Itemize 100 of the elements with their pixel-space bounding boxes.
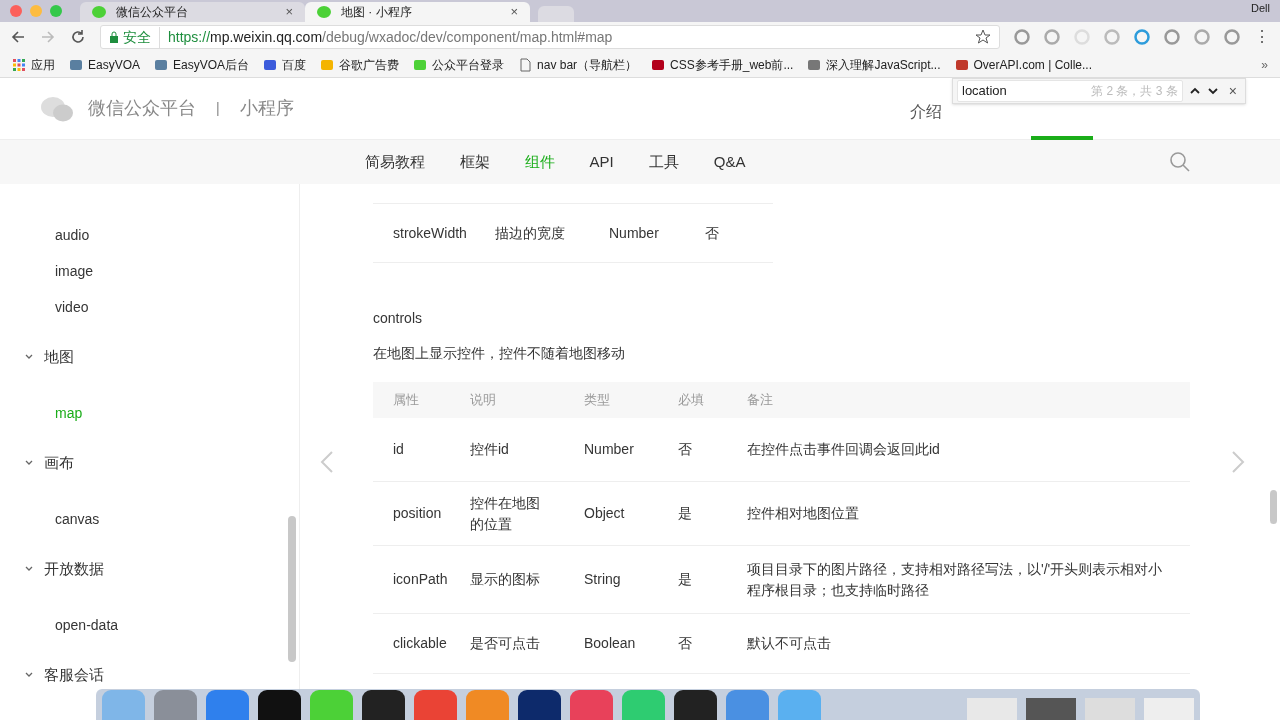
- reload-icon: [70, 29, 86, 45]
- product-title: 小程序: [239, 97, 294, 120]
- subnav-link[interactable]: 工具: [648, 150, 679, 174]
- lock-icon: [109, 31, 119, 43]
- table-cell-text: Number: [609, 223, 660, 243]
- column-header: 备注: [747, 391, 774, 410]
- table-cell-text: 是否可点击: [470, 634, 541, 653]
- table-cell: Number: [584, 441, 634, 457]
- table-cell-text: 否: [705, 223, 720, 243]
- window-control-icon[interactable]: [30, 5, 42, 17]
- table-cell: 否: [678, 441, 692, 457]
- chevron-down-icon: [1206, 85, 1219, 97]
- bookmark-icon: [320, 57, 335, 72]
- chat-bubbles-icon: [40, 94, 74, 123]
- column-header: 类型: [584, 391, 611, 410]
- table-cell-text: 显示的图标: [470, 570, 541, 589]
- table-cell: Object: [584, 505, 625, 521]
- back-icon: [10, 29, 26, 45]
- bookmark[interactable]: EasyVOA后台: [154, 55, 250, 74]
- bookmark-icon: [263, 57, 278, 72]
- address-bar[interactable]: 安全 https://mp.weixin.qq.com/debug/wxadoc/dev/component/map.html#map: [100, 25, 1000, 49]
- section-title: controls: [373, 309, 424, 328]
- scrollbar-thumb[interactable]: [288, 516, 296, 662]
- bookmark[interactable]: 应用: [12, 55, 55, 74]
- app-icon[interactable]: [258, 690, 301, 720]
- window-control-icon[interactable]: [50, 5, 62, 17]
- app-icon[interactable]: [674, 690, 717, 720]
- sidebar-item[interactable]: video: [0, 289, 299, 325]
- chat-bubbles-icon: [92, 5, 108, 19]
- bookmark[interactable]: 深入理解JavaScript...: [807, 55, 941, 74]
- window-control-icon[interactable]: [10, 5, 22, 17]
- sidebar-group[interactable]: 画布: [0, 445, 299, 481]
- sidebar-group[interactable]: 地图: [0, 339, 299, 375]
- extension-icon: [1134, 29, 1150, 45]
- extension-icon: [1044, 29, 1060, 45]
- bookmark[interactable]: 谷歌广告费: [320, 55, 400, 74]
- extension-icon: [1104, 29, 1120, 45]
- table-cell-text: 控件id: [470, 440, 510, 459]
- browser-tab[interactable]: 微信公众平台 ×: [80, 2, 305, 22]
- bookmark-icon: [154, 57, 169, 72]
- scrollbar-thumb[interactable]: [1270, 490, 1277, 524]
- bookmark[interactable]: nav bar（导航栏）: [518, 55, 638, 74]
- brand-title: 微信公众平台: [88, 97, 196, 120]
- bookmark-icon: [954, 57, 969, 72]
- browser-tab[interactable]: 地图 · 小程序 ×: [305, 2, 530, 22]
- subnav-link[interactable]: 框架: [459, 150, 490, 174]
- bookmark[interactable]: OverAPI.com | Colle...: [954, 55, 1092, 74]
- table-cell: position: [393, 505, 442, 521]
- close-icon[interactable]: ×: [1224, 80, 1241, 102]
- sidebar-group[interactable]: 开放数据: [0, 551, 299, 587]
- table-cell: 是: [678, 571, 692, 587]
- find-field[interactable]: location 第 2 条，共 3 条: [957, 80, 1183, 102]
- bookmark-icon: [413, 57, 428, 72]
- more-menu-icon[interactable]: ⋮: [1254, 29, 1270, 45]
- bookmark[interactable]: 百度: [263, 55, 307, 74]
- apps-grid-icon: [12, 57, 26, 72]
- app-icon[interactable]: [518, 690, 561, 720]
- bookmark[interactable]: EasyVOA: [69, 55, 141, 74]
- sidebar-item[interactable]: audio: [0, 217, 299, 253]
- sidebar-group[interactable]: 客服会话: [0, 657, 299, 693]
- table-cell-text: 描边的宽度: [495, 223, 566, 243]
- new-tab-button[interactable]: [538, 6, 574, 22]
- section-description: 在地图上显示控件，控件不随着地图移动: [373, 344, 626, 363]
- more-bookmarks-button[interactable]: »: [1261, 55, 1268, 74]
- sidebar-item[interactable]: canvas: [0, 501, 299, 537]
- star-icon: [975, 29, 991, 45]
- search-icon: [1169, 151, 1191, 173]
- subnav-link[interactable]: API: [589, 150, 614, 174]
- table-cell: clickable: [393, 635, 447, 651]
- table-cell-text: 控件在地图的位置: [470, 493, 541, 534]
- chat-bubbles-icon: [317, 5, 333, 19]
- table-cell: 在控件点击事件回调会返回此id: [747, 441, 940, 457]
- extension-icon: [1164, 29, 1180, 45]
- close-icon[interactable]: ×: [510, 2, 518, 22]
- table-cell: Boolean: [584, 635, 636, 651]
- table-cell: 是: [678, 505, 692, 521]
- chevron-right-icon: [1231, 450, 1245, 474]
- subnav-link[interactable]: Q&A: [713, 150, 746, 174]
- window-thumbnail[interactable]: [1085, 698, 1135, 720]
- url-text: https://mp.weixin.qq.com/debug/wxadoc/dev/component/map.html#map: [159, 26, 613, 48]
- app-icon[interactable]: [362, 690, 405, 720]
- extension-icon: [1224, 29, 1240, 45]
- forward-icon: [40, 29, 56, 45]
- column-header: 必填: [678, 391, 705, 410]
- window-thumbnail[interactable]: [1144, 698, 1194, 720]
- close-icon[interactable]: ×: [285, 2, 293, 22]
- match-count: 第 2 条，共 3 条: [1091, 83, 1178, 100]
- sidebar-item[interactable]: open-data: [0, 607, 299, 643]
- table-cell: 项目目录下的图片路径，支持相对路径写法，以'/'开头则表示相对小程序根目录；也支持临时路径: [747, 560, 1163, 598]
- subnav-link[interactable]: 简易教程: [364, 150, 425, 174]
- secure-label: 安全: [123, 27, 151, 47]
- bookmark[interactable]: CSS参考手册_web前...: [651, 55, 794, 74]
- window-thumbnail[interactable]: [967, 698, 1017, 720]
- sidebar-item[interactable]: image: [0, 253, 299, 289]
- extension-icon: [1014, 29, 1030, 45]
- user-name: Dell: [1251, 1, 1270, 16]
- nav-link[interactable]: 介绍: [910, 101, 942, 122]
- bookmark[interactable]: 公众平台登录: [413, 55, 505, 74]
- window-thumbnail[interactable]: [1026, 698, 1076, 720]
- table-cell-text: strokeWidth: [392, 223, 468, 243]
